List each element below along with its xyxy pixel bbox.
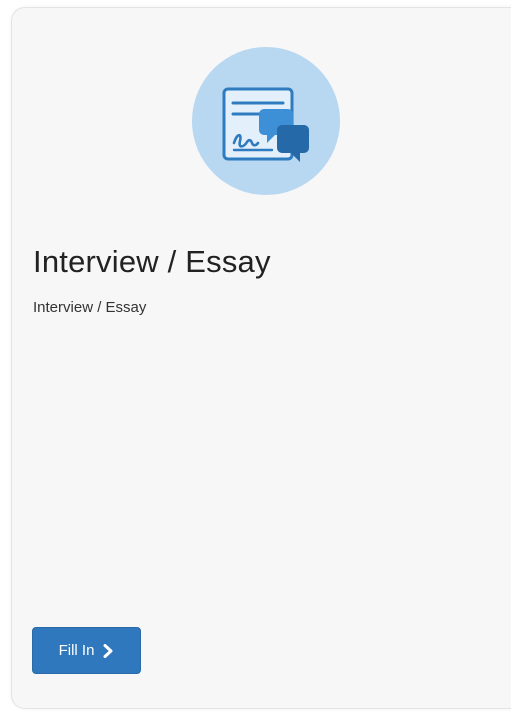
fill-in-button[interactable]: Fill In: [32, 627, 141, 674]
chevron-right-icon: [102, 643, 114, 658]
interview-document-chat-icon: [192, 47, 340, 195]
card-title: Interview / Essay: [33, 244, 271, 279]
card-description: Interview / Essay: [33, 299, 147, 316]
interview-essay-card: Interview / Essay Interview / Essay Fill…: [11, 7, 511, 709]
fill-in-button-label: Fill In: [58, 642, 95, 659]
